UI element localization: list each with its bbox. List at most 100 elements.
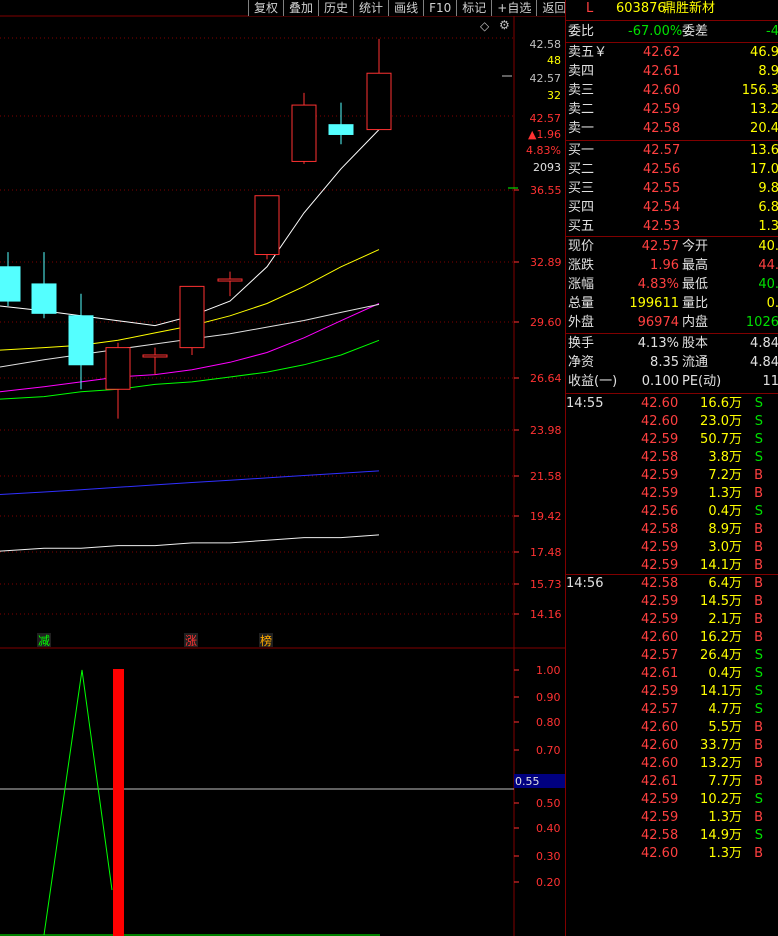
indicator-tick: 0.50 xyxy=(536,797,561,810)
tick-row: 42.59 3.0万 B xyxy=(566,539,778,557)
tick-side: B xyxy=(754,522,763,537)
info-value: 48 xyxy=(547,54,561,67)
price-tick: 15.73 xyxy=(530,578,562,591)
tick-side: B xyxy=(754,738,763,753)
indicator-tick: 0.90 xyxy=(536,691,561,704)
tick-row: 42.59 14.1万 B xyxy=(566,557,778,575)
tick-side: S xyxy=(754,648,763,663)
level-label: 0.55 xyxy=(515,775,540,788)
stock-header: L 603876 鼎胜新材 xyxy=(566,0,778,18)
info-value: 42.58 xyxy=(530,38,562,51)
tick-price: 42.59 xyxy=(641,810,679,825)
tick-price: 42.60 xyxy=(641,846,679,861)
toolbar-button-2[interactable]: 历史 xyxy=(318,0,354,16)
tick-price: 42.59 xyxy=(641,684,679,699)
tick-price: 42.59 xyxy=(641,486,679,501)
tick-volume: 10.2万 xyxy=(700,792,742,807)
divider xyxy=(566,574,778,575)
toolbar-button-1[interactable]: 叠加 xyxy=(283,0,319,16)
tick-volume: 1.3万 xyxy=(708,846,742,861)
tick-side: B xyxy=(754,558,763,573)
settings-icon[interactable]: ⚙ xyxy=(499,18,510,32)
quote-row: 现价 42.57 今开 40. xyxy=(568,239,778,254)
tick-volume: 13.2万 xyxy=(700,756,742,771)
candle-body xyxy=(31,283,57,314)
tick-volume: 14.1万 xyxy=(700,684,742,699)
tick-price: 42.59 xyxy=(641,558,679,573)
tick-side: S xyxy=(754,414,763,429)
tick-row: 42.59 10.2万 S xyxy=(566,791,778,809)
tick-row: 42.59 1.3万 B xyxy=(566,809,778,827)
candle-body xyxy=(366,72,392,131)
tick-price: 42.60 xyxy=(641,756,679,771)
tick-side: S xyxy=(754,504,763,519)
signal-text: 减 xyxy=(38,634,50,648)
tick-volume: 6.4万 xyxy=(708,576,742,591)
toolbar-button-7[interactable]: +自选 xyxy=(491,0,537,16)
price-tick: 26.64 xyxy=(530,372,562,385)
tick-volume: 14.9万 xyxy=(700,828,742,843)
candle-body xyxy=(105,347,131,390)
tick-row: 42.59 14.5万 B xyxy=(566,593,778,611)
tick-price: 42.58 xyxy=(641,450,679,465)
signal-text: 涨 xyxy=(185,633,197,648)
tick-volume: 33.7万 xyxy=(700,738,742,753)
tick-row: 42.60 23.0万 S xyxy=(566,413,778,431)
finance-row: 收益(一) 0.100 PE(动) 11 xyxy=(568,374,778,389)
ask-row-3: 卖三 42.60 156.3 xyxy=(568,83,778,98)
toolbar-button-3[interactable]: 统计 xyxy=(353,0,389,16)
tick-time: 14:56 xyxy=(566,576,604,591)
diamond-icon[interactable]: ◇ xyxy=(480,19,489,33)
tick-row: 42.60 33.7万 B xyxy=(566,737,778,755)
tick-row: 14:55 42.60 16.6万 S xyxy=(566,395,778,413)
tick-price: 42.61 xyxy=(641,774,679,789)
tick-volume: 0.4万 xyxy=(708,666,742,681)
toolbar-button-0[interactable]: 复权 xyxy=(248,0,284,16)
tick-volume: 26.4万 xyxy=(700,648,742,663)
finance-row: 净资 8.35 流通 4.84 xyxy=(568,355,778,370)
tick-side: B xyxy=(754,612,763,627)
ask-row-5: 卖五￥ 42.62 46.9 xyxy=(568,45,778,60)
tick-price: 42.57 xyxy=(641,702,679,717)
tick-row: 42.61 7.7万 B xyxy=(566,773,778,791)
market-mark: L xyxy=(586,1,594,16)
weibi-row: 委比 -67.00% 委差 -4 xyxy=(568,24,778,39)
tick-volume: 23.0万 xyxy=(700,414,742,429)
toolbar-button-4[interactable]: 画线 xyxy=(388,0,424,16)
signal-text: 榜 xyxy=(260,633,272,648)
tick-side: B xyxy=(754,810,763,825)
tick-row: 42.58 3.8万 S xyxy=(566,449,778,467)
ma-line-6 xyxy=(0,534,380,552)
tick-price: 42.57 xyxy=(641,648,679,663)
tick-row: 42.60 1.3万 B xyxy=(566,845,778,863)
tick-row: 42.61 0.4万 S xyxy=(566,665,778,683)
candle-body xyxy=(217,278,243,282)
tick-row: 42.60 5.5万 B xyxy=(566,719,778,737)
ask-row-4: 卖四 42.61 8.9 xyxy=(568,64,778,79)
tick-price: 42.60 xyxy=(641,720,679,735)
tick-row: 42.59 14.1万 S xyxy=(566,683,778,701)
tick-row: 42.59 50.7万 S xyxy=(566,431,778,449)
tick-volume: 50.7万 xyxy=(700,432,742,447)
tick-side: B xyxy=(754,540,763,555)
candle-body xyxy=(142,354,168,358)
indicator-line xyxy=(0,669,113,936)
tick-time: 14:55 xyxy=(566,396,604,411)
tick-side: B xyxy=(754,720,763,735)
price-tick: 29.60 xyxy=(530,316,562,329)
tick-price: 42.59 xyxy=(641,540,679,555)
quote-row: 外盘 96974 内盘 1026 xyxy=(568,315,778,330)
indicator-tick: 1.00 xyxy=(536,664,561,677)
price-tick: 17.48 xyxy=(530,546,562,559)
tick-side: S xyxy=(754,792,763,807)
tick-volume: 2.1万 xyxy=(708,612,742,627)
candle-body xyxy=(68,315,94,366)
kline-chart[interactable]: 1.00 0.90 0.80 0.70 0.55 0.50 0.40 0.30 0.20 36.… xyxy=(0,0,565,936)
tick-volume: 5.5万 xyxy=(708,720,742,735)
tick-price: 42.59 xyxy=(641,612,679,627)
tick-row: 42.58 14.9万 S xyxy=(566,827,778,845)
toolbar-button-5[interactable]: F10 xyxy=(423,0,457,16)
toolbar-button-6[interactable]: 标记 xyxy=(456,0,492,16)
tick-side: B xyxy=(754,756,763,771)
tick-price: 42.56 xyxy=(641,504,679,519)
